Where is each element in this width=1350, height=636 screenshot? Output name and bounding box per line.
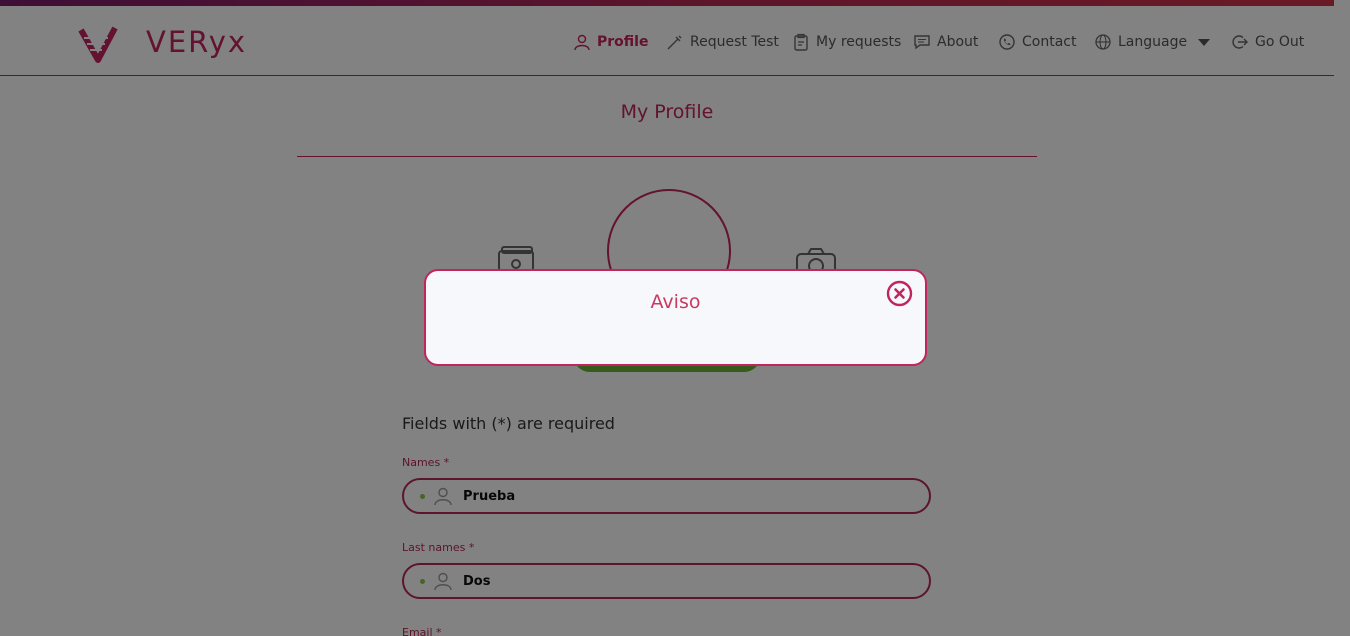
close-circle-icon[interactable]: [886, 280, 913, 307]
dialog-title: Aviso: [650, 291, 701, 313]
notice-dialog: Aviso: [424, 269, 927, 366]
